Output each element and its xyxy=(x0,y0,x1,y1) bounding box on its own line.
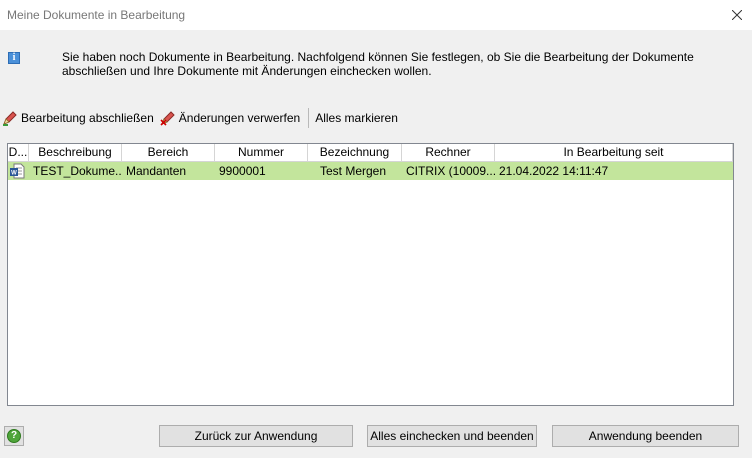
doc-type-cell: W xyxy=(8,162,29,180)
cell-in-bearbeitung-seit: 21.04.2022 14:11:47 xyxy=(499,164,609,178)
checkin-all-and-quit-button[interactable]: Alles einchecken und beenden xyxy=(367,425,537,447)
help-button[interactable]: ? xyxy=(4,426,24,446)
cell-rechner: CITRIX (10009... xyxy=(406,164,495,178)
cell-nummer: 9900001 xyxy=(219,164,266,178)
close-icon xyxy=(732,10,742,20)
cell-bereich: Mandanten xyxy=(126,164,187,178)
column-header-rechner[interactable]: Rechner xyxy=(402,144,495,162)
select-all-button[interactable]: Alles markieren xyxy=(313,108,402,128)
quit-application-button[interactable]: Anwendung beenden xyxy=(552,425,739,447)
cell-bezeichnung: Test Mergen xyxy=(320,164,387,178)
table-header: D... Beschreibung Bereich Nummer Bezeich… xyxy=(8,144,733,162)
cell-beschreibung: TEST_Dokume... xyxy=(33,164,122,178)
documents-table[interactable]: D... Beschreibung Bereich Nummer Bezeich… xyxy=(7,143,734,406)
pencil-cross-icon xyxy=(160,111,175,126)
discard-changes-button[interactable]: Änderungen verwerfen xyxy=(158,108,304,128)
finish-editing-button[interactable]: Bearbeitung abschließen xyxy=(0,108,158,128)
column-header-nummer[interactable]: Nummer xyxy=(215,144,308,162)
window-title: Meine Dokumente in Bearbeitung xyxy=(7,8,186,22)
toolbar-separator xyxy=(308,108,310,128)
toolbar: Bearbeitung abschließen Änderungen verwe… xyxy=(0,108,402,128)
title-bar: Meine Dokumente in Bearbeitung xyxy=(0,0,752,30)
table-row[interactable]: W TEST_Dokume... Mandanten 9900001 Test … xyxy=(8,162,733,180)
discard-changes-label: Änderungen verwerfen xyxy=(178,111,301,125)
info-icon: i xyxy=(8,52,20,64)
svg-text:W: W xyxy=(11,171,17,177)
column-header-bereich[interactable]: Bereich xyxy=(122,144,215,162)
close-button[interactable] xyxy=(722,0,752,30)
info-message: Sie haben noch Dokumente in Bearbeitung.… xyxy=(62,50,694,78)
pencil-icon xyxy=(3,111,17,126)
select-all-label: Alles markieren xyxy=(315,111,398,125)
column-header-beschreibung[interactable]: Beschreibung xyxy=(29,144,122,162)
column-header-in-bearbeitung-seit[interactable]: In Bearbeitung seit xyxy=(495,144,733,162)
back-to-application-button[interactable]: Zurück zur Anwendung xyxy=(159,425,353,447)
column-header-bezeichnung[interactable]: Bezeichnung xyxy=(308,144,402,162)
finish-editing-label: Bearbeitung abschließen xyxy=(21,111,154,125)
column-header-doc[interactable]: D... xyxy=(8,144,29,162)
help-icon: ? xyxy=(7,429,21,443)
word-document-icon: W xyxy=(10,163,25,179)
